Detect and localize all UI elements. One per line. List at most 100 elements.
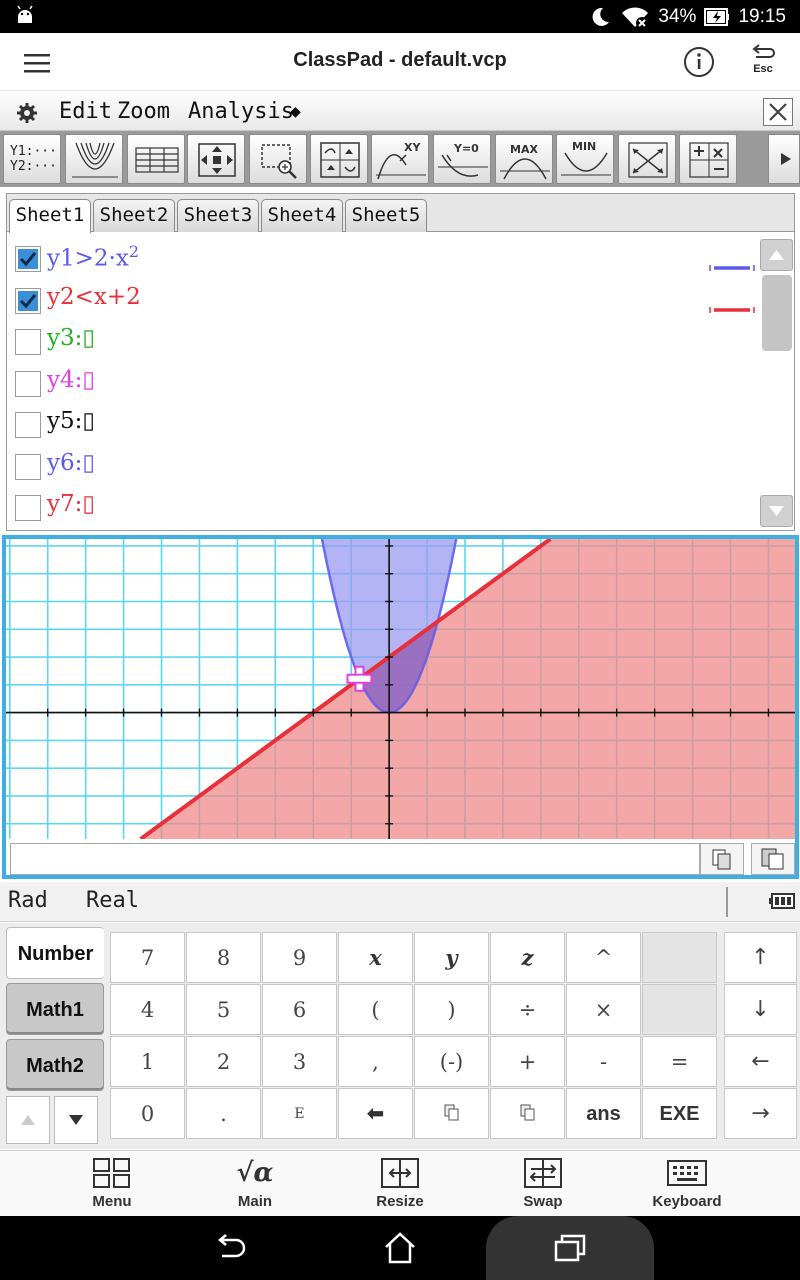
line-style-swatch[interactable] xyxy=(709,257,755,271)
function-checkbox[interactable] xyxy=(15,246,41,272)
digit-6-key[interactable]: 6 xyxy=(262,984,337,1035)
multiply-key[interactable]: × xyxy=(566,984,641,1035)
root-button[interactable]: Y=0 xyxy=(433,134,491,184)
tab-sheet3[interactable]: Sheet3 xyxy=(177,199,259,232)
home-icon[interactable] xyxy=(382,1230,418,1266)
copy-key[interactable] xyxy=(414,1088,489,1139)
cursor-left-key[interactable]: ← xyxy=(724,1036,797,1087)
var-z-key[interactable]: z xyxy=(490,932,565,983)
view-window-button[interactable] xyxy=(310,134,368,184)
equals-key[interactable]: = xyxy=(642,1036,717,1087)
divide-key[interactable]: ÷ xyxy=(490,984,565,1035)
function-checkbox[interactable] xyxy=(15,454,41,480)
var-y-key[interactable]: y xyxy=(414,932,489,983)
function-row[interactable]: y2<x+2 xyxy=(15,282,755,322)
trace-button[interactable]: XY xyxy=(371,134,429,184)
digit-8-key[interactable]: 8 xyxy=(186,932,261,983)
maximum-button[interactable]: MAX xyxy=(495,134,553,184)
var-x-key[interactable]: x xyxy=(338,932,413,983)
execute-key[interactable]: EXE xyxy=(642,1088,717,1139)
graph-window[interactable] xyxy=(2,535,799,879)
function-expression[interactable]: y6:▯ xyxy=(47,450,95,476)
tab-sheet5[interactable]: Sheet5 xyxy=(345,199,427,232)
function-row[interactable]: y5:▯ xyxy=(15,406,755,446)
function-expression[interactable]: y1>2·x2 xyxy=(47,242,139,272)
tab-math1[interactable]: Math1 xyxy=(6,983,104,1035)
table-button[interactable] xyxy=(127,134,185,184)
function-checkbox[interactable] xyxy=(15,288,41,314)
zoom-fit-button[interactable] xyxy=(187,134,245,184)
function-row[interactable]: y7:▯ xyxy=(15,489,755,529)
digit-4-key[interactable]: 4 xyxy=(110,984,185,1035)
digit-9-key[interactable]: 9 xyxy=(262,932,337,983)
number-mode[interactable]: Real xyxy=(86,888,139,913)
graph-canvas[interactable] xyxy=(6,539,795,839)
function-row[interactable]: y1>2·x2 xyxy=(15,240,755,280)
plus-key[interactable]: + xyxy=(490,1036,565,1087)
back-icon[interactable] xyxy=(212,1232,248,1264)
menu-diamond[interactable]: ◆ xyxy=(290,101,301,122)
function-row[interactable]: y3:▯ xyxy=(15,323,755,363)
cursor-up-key[interactable]: ↑ xyxy=(724,932,797,983)
esc-button[interactable]: Esc xyxy=(744,43,782,83)
function-expression[interactable]: y7:▯ xyxy=(47,491,95,517)
scroll-down-button[interactable] xyxy=(760,495,793,527)
function-expression[interactable]: y2<x+2 xyxy=(47,284,141,310)
tab-sheet2[interactable]: Sheet2 xyxy=(93,199,175,232)
menu-zoom[interactable]: Zoom xyxy=(117,99,170,124)
resize-tab[interactable]: Resize xyxy=(345,1157,455,1210)
function-expression[interactable]: y4:▯ xyxy=(47,367,95,393)
keyboard-page-up[interactable] xyxy=(6,1096,50,1144)
tab-sheet1[interactable]: Sheet1 xyxy=(9,199,91,233)
digit-3-key[interactable]: 3 xyxy=(262,1036,337,1087)
cursor-right-key[interactable]: → xyxy=(724,1088,797,1139)
main-tab[interactable]: √α Main xyxy=(200,1157,310,1210)
digit-5-key[interactable]: 5 xyxy=(186,984,261,1035)
tab-sheet4[interactable]: Sheet4 xyxy=(261,199,343,232)
tab-math2[interactable]: Math2 xyxy=(6,1039,104,1091)
function-expression[interactable]: y5:▯ xyxy=(47,408,95,434)
comma-key[interactable]: , xyxy=(338,1036,413,1087)
minimum-button[interactable]: MIN xyxy=(556,134,614,184)
intersect-button[interactable] xyxy=(618,134,676,184)
decimal-key[interactable]: . xyxy=(186,1088,261,1139)
function-checkbox[interactable] xyxy=(15,329,41,355)
keyboard-page-down[interactable] xyxy=(54,1096,98,1144)
menu-tab[interactable]: Menu xyxy=(57,1157,167,1210)
tab-number[interactable]: Number xyxy=(6,927,104,979)
open-paren-key[interactable]: ( xyxy=(338,984,413,1035)
toolbar-scroll-right[interactable] xyxy=(768,134,800,184)
angle-mode[interactable]: Rad xyxy=(8,888,48,913)
negative-key[interactable]: (-) xyxy=(414,1036,489,1087)
keyboard-tab[interactable]: Keyboard xyxy=(632,1157,742,1210)
paste-key[interactable] xyxy=(490,1088,565,1139)
cursor-down-key[interactable]: ↓ xyxy=(724,984,797,1035)
function-row[interactable]: y6:▯ xyxy=(15,448,755,488)
function-checkbox[interactable] xyxy=(15,371,41,397)
graph-paste-button[interactable] xyxy=(751,843,795,875)
menu-edit[interactable]: Edit xyxy=(59,99,112,124)
function-checkbox[interactable] xyxy=(15,412,41,438)
function-row[interactable]: y4:▯ xyxy=(15,365,755,405)
graph-table-button[interactable]: Y1:··· Y2:··· xyxy=(3,134,61,184)
scroll-thumb[interactable] xyxy=(762,275,792,351)
backspace-key[interactable]: ⬅ xyxy=(338,1088,413,1139)
sketch-button[interactable] xyxy=(679,134,737,184)
digit-7-key[interactable]: 7 xyxy=(110,932,185,983)
power-key[interactable]: ^ xyxy=(566,932,641,983)
minus-key[interactable]: - xyxy=(566,1036,641,1087)
close-paren-key[interactable]: ) xyxy=(414,984,489,1035)
gear-icon[interactable] xyxy=(16,102,38,124)
answer-key[interactable]: ans xyxy=(566,1088,641,1139)
graph-entry-line[interactable] xyxy=(10,843,700,875)
recents-icon[interactable] xyxy=(552,1232,588,1264)
close-button[interactable] xyxy=(763,98,793,126)
info-icon[interactable] xyxy=(683,46,715,78)
function-checkbox[interactable] xyxy=(15,495,41,521)
zoom-box-button[interactable] xyxy=(249,134,307,184)
scroll-up-button[interactable] xyxy=(760,239,793,271)
digit-0-key[interactable]: 0 xyxy=(110,1088,185,1139)
function-expression[interactable]: y3:▯ xyxy=(47,325,95,351)
exponent-key[interactable]: E xyxy=(262,1088,337,1139)
line-style-swatch[interactable] xyxy=(709,299,755,313)
